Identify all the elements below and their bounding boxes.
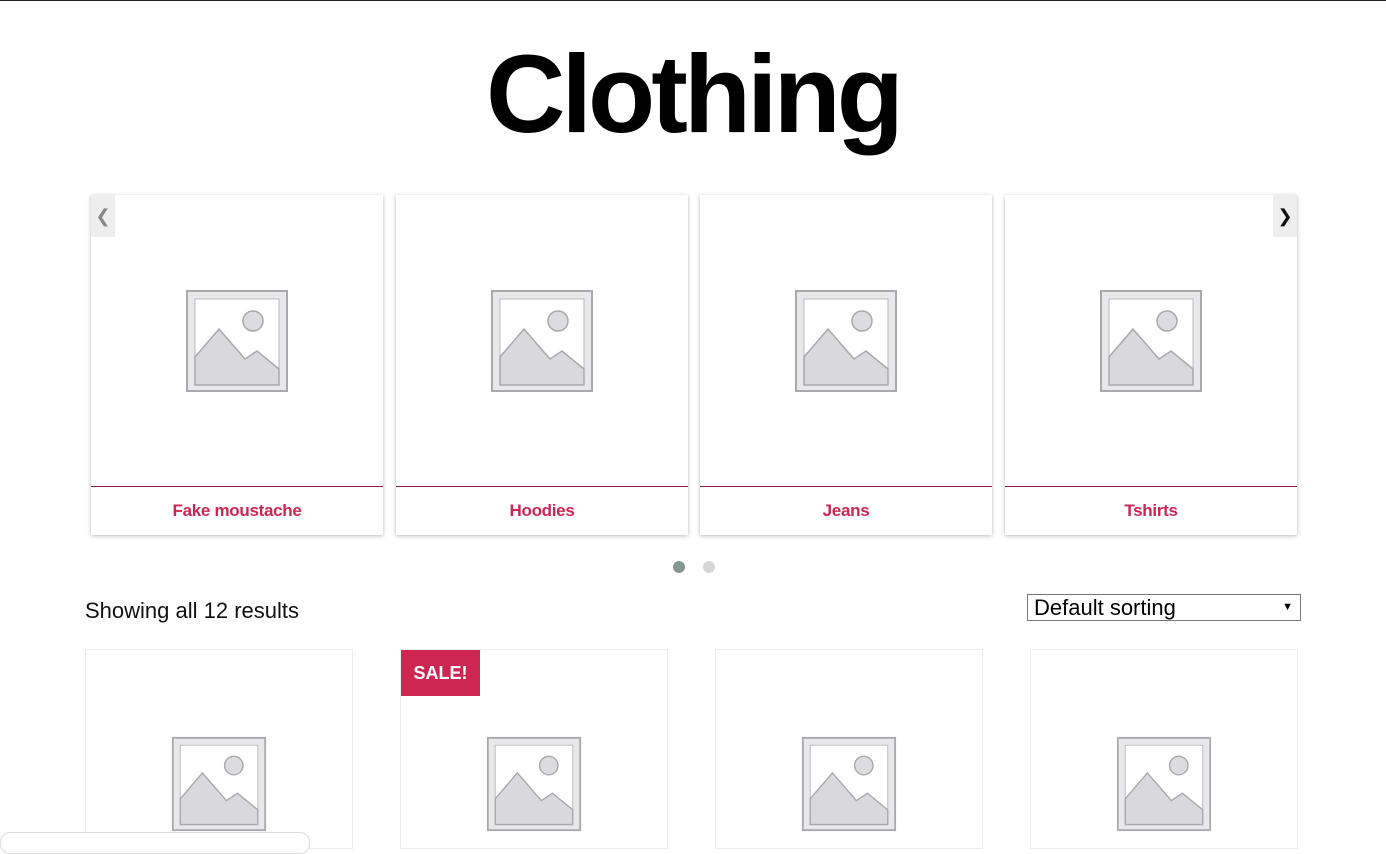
category-thumbnail[interactable] — [700, 195, 992, 487]
carousel-next-button[interactable]: ❯ — [1273, 195, 1297, 237]
category-thumbnail[interactable] — [91, 195, 383, 487]
product-thumbnail[interactable] — [401, 736, 667, 832]
top-border — [0, 0, 1386, 1]
sale-badge: SALE! — [401, 650, 480, 696]
image-placeholder-icon — [801, 736, 897, 832]
category-name[interactable]: Jeans — [700, 487, 992, 535]
carousel-dot-2[interactable] — [703, 561, 715, 573]
image-placeholder-icon — [486, 736, 582, 832]
chevron-left-icon: ❮ — [95, 206, 111, 226]
image-placeholder-icon — [1116, 736, 1212, 832]
category-thumbnail[interactable] — [1005, 195, 1297, 487]
result-count: Showing all 12 results — [85, 598, 300, 623]
category-card-fake-moustache[interactable]: Fake moustache — [91, 195, 383, 535]
chevron-right-icon: ❯ — [1277, 206, 1293, 226]
category-card-tshirts[interactable]: Tshirts — [1005, 195, 1297, 535]
page-title: Clothing — [486, 33, 904, 156]
image-placeholder-icon — [186, 289, 288, 392]
category-name[interactable]: Fake moustache — [91, 487, 383, 535]
category-card-jeans[interactable]: Jeans — [700, 195, 992, 535]
bottom-floating-panel[interactable] — [0, 832, 310, 854]
category-name[interactable]: Hoodies — [396, 487, 688, 535]
category-thumbnail[interactable] — [396, 195, 688, 487]
product-card[interactable] — [85, 649, 353, 849]
caret-down-icon: ▼ — [1282, 601, 1293, 613]
image-placeholder-icon — [795, 289, 897, 392]
product-card[interactable]: SALE! — [400, 649, 668, 849]
sort-selected-value: Default sorting — [1034, 595, 1176, 620]
carousel-dot-1[interactable] — [673, 561, 685, 573]
category-carousel: Fake moustache Hoodies Jeans Tshirts — [91, 195, 1297, 537]
product-thumbnail[interactable] — [1031, 736, 1297, 832]
category-card-hoodies[interactable]: Hoodies — [396, 195, 688, 535]
category-name[interactable]: Tshirts — [1005, 487, 1297, 535]
image-placeholder-icon — [491, 289, 593, 392]
product-card[interactable] — [715, 649, 983, 849]
image-placeholder-icon — [1100, 289, 1202, 392]
image-placeholder-icon — [171, 736, 267, 832]
sort-select[interactable]: Default sorting ▼ — [1027, 594, 1301, 621]
product-thumbnail[interactable] — [716, 736, 982, 832]
product-card[interactable] — [1030, 649, 1298, 849]
carousel-prev-button[interactable]: ❮ — [91, 195, 115, 237]
product-thumbnail[interactable] — [86, 736, 352, 832]
